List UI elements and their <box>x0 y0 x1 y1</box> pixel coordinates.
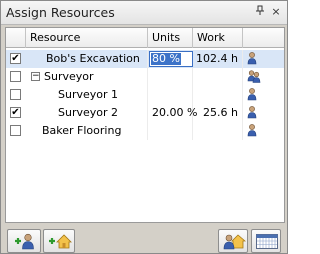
table-row[interactable]: Baker Flooring <box>6 122 284 140</box>
table-row[interactable]: ✔ Surveyor 2 20.00 % 25.6 h <box>6 104 284 122</box>
work-value: 102.4 h <box>193 50 243 68</box>
resource-grid: Resource Units Work ✔ Bob's Excavation 8… <box>5 27 285 223</box>
pin-icon[interactable] <box>253 5 267 19</box>
group-icon <box>247 70 261 86</box>
table-row[interactable]: − Surveyor <box>6 68 284 86</box>
assign-checkbox[interactable] <box>10 71 21 82</box>
add-team-button[interactable] <box>43 229 75 253</box>
work-value: 25.6 h <box>193 104 243 122</box>
add-resource-button[interactable] <box>7 229 41 253</box>
add-resource-icon <box>14 233 36 253</box>
header-resource[interactable]: Resource <box>26 28 148 48</box>
title-bar: Assign Resources × <box>1 1 287 25</box>
resource-name: Surveyor <box>26 68 148 86</box>
person-icon <box>247 106 257 122</box>
person-icon <box>247 52 257 68</box>
replace-resource-button[interactable] <box>218 229 248 253</box>
replace-resource-icon <box>222 233 247 253</box>
calendar-button[interactable] <box>251 229 281 253</box>
units-value: 80 % <box>151 52 181 65</box>
work-value <box>193 68 243 86</box>
person-icon <box>247 124 257 140</box>
units-value <box>148 68 193 86</box>
calendar-icon <box>256 234 278 252</box>
units-value <box>148 122 193 140</box>
units-value <box>148 86 193 104</box>
resource-name: Surveyor 1 <box>26 86 148 104</box>
assign-resources-panel: Assign Resources × Resource Units Work ✔… <box>0 0 288 254</box>
header-units[interactable]: Units <box>148 28 193 48</box>
assign-checkbox[interactable]: ✔ <box>10 53 21 64</box>
header-icon <box>243 28 284 48</box>
table-row[interactable]: ✔ Bob's Excavation 80 % 102.4 h <box>6 50 284 68</box>
work-value <box>193 86 243 104</box>
close-icon[interactable]: × <box>269 5 283 19</box>
resource-name: Surveyor 2 <box>26 104 148 122</box>
units-value: 20.00 % <box>148 104 197 122</box>
assign-checkbox[interactable]: ✔ <box>10 107 21 118</box>
window-title: Assign Resources <box>6 5 115 20</box>
work-value <box>193 122 243 140</box>
add-team-icon <box>48 233 72 253</box>
resource-name: Baker Flooring <box>26 122 148 140</box>
person-icon <box>247 88 257 104</box>
grid-header: Resource Units Work <box>6 28 284 48</box>
units-input[interactable]: 80 % <box>149 51 193 67</box>
assign-checkbox[interactable] <box>10 125 21 136</box>
header-work[interactable]: Work <box>193 28 243 48</box>
table-row[interactable]: Surveyor 1 <box>6 86 284 104</box>
assign-checkbox[interactable] <box>10 89 21 100</box>
resource-name: Bob's Excavation <box>26 50 148 68</box>
header-check <box>6 28 26 48</box>
